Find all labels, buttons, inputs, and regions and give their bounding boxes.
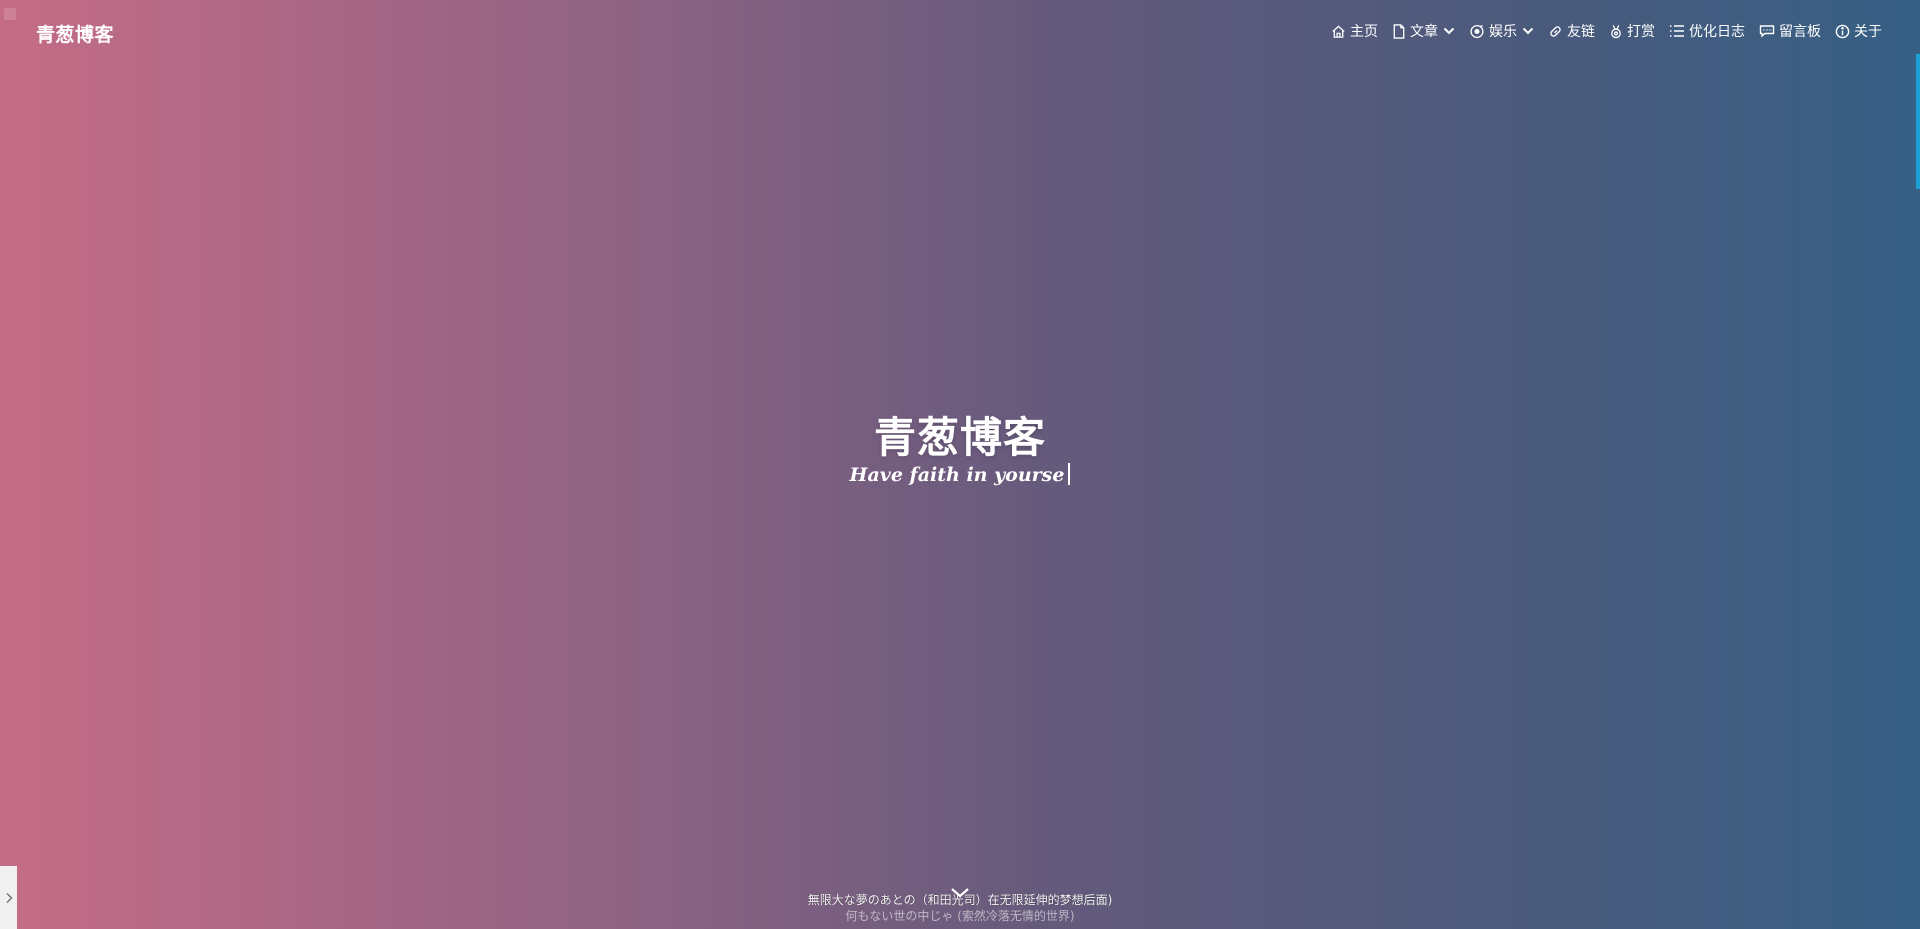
nav-item-label: 打赏 xyxy=(1627,24,1655,40)
nav-item-label: 主页 xyxy=(1350,24,1378,40)
nav-item-donate[interactable]: 打赏 xyxy=(1609,21,1655,41)
chevron-down-icon xyxy=(1522,27,1534,35)
nav-item-entertainment[interactable]: 娱乐 xyxy=(1469,21,1534,41)
chevron-down-icon xyxy=(1443,27,1455,35)
typing-cursor xyxy=(1068,463,1071,485)
side-panel-toggle[interactable] xyxy=(0,866,17,929)
main-nav: 主页 文章 娱乐 友链 打赏 优化日志 留言板 关于 xyxy=(1331,21,1882,41)
nav-item-about[interactable]: 关于 xyxy=(1835,21,1882,41)
nav-item-label: 文章 xyxy=(1410,24,1438,40)
nav-item-label: 关于 xyxy=(1854,24,1882,40)
lyric-line-2: 何もない世の中じゃ (索然冷落无情的世界) xyxy=(845,909,1075,923)
scroll-down-icon[interactable] xyxy=(950,886,970,900)
music-disc-icon xyxy=(1470,24,1484,38)
list-icon xyxy=(1670,25,1684,37)
nav-item-label: 优化日志 xyxy=(1689,24,1745,40)
typing-text: Have faith in yourse xyxy=(849,464,1065,486)
info-icon xyxy=(1835,24,1850,38)
nav-item-friend-links[interactable]: 友链 xyxy=(1548,21,1595,41)
hero-title: 青葱博客 xyxy=(873,413,1046,462)
message-board-icon xyxy=(1759,25,1775,38)
site-brand[interactable]: 青葱博客 xyxy=(36,20,114,47)
nav-item-label: 留言板 xyxy=(1779,24,1821,40)
nav-item-guestbook[interactable]: 留言板 xyxy=(1759,21,1821,41)
link-icon xyxy=(1550,25,1561,37)
nav-item-label: 娱乐 xyxy=(1489,24,1517,40)
chevron-right-icon xyxy=(5,892,13,903)
nav-item-label: 友链 xyxy=(1567,24,1595,40)
home-icon xyxy=(1332,24,1345,38)
top-navbar: 青葱博客 主页 文章 娱乐 友链 打赏 优化日志 留言板 关于 xyxy=(0,0,1920,64)
nav-item-articles[interactable]: 文章 xyxy=(1392,21,1455,41)
edge-accent-bar xyxy=(1916,54,1920,189)
document-icon xyxy=(1393,23,1405,39)
medal-icon xyxy=(1611,24,1621,38)
hero-subtitle: Have faith in yourse xyxy=(0,463,1920,486)
nav-item-home[interactable]: 主页 xyxy=(1331,21,1378,41)
nav-item-changelog[interactable]: 优化日志 xyxy=(1669,21,1745,41)
